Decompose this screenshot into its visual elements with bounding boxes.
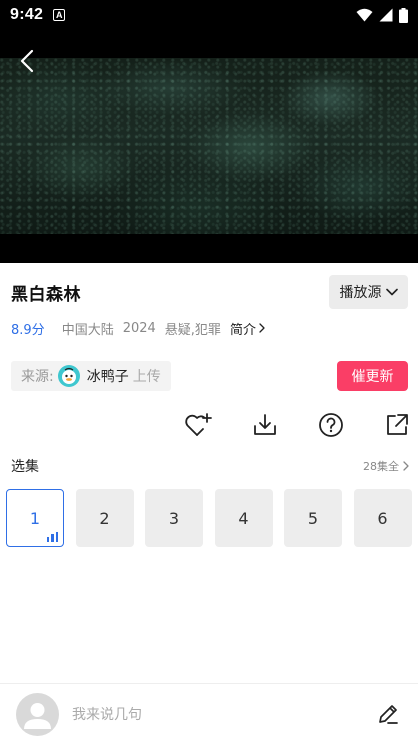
comment-input[interactable]: 我来说几句	[72, 704, 374, 724]
intro-label: 简介	[229, 322, 256, 338]
help-icon	[319, 413, 343, 437]
write-comment-button[interactable]	[374, 700, 402, 728]
uploader-tag: 上传	[132, 369, 161, 385]
comment-bar: 我来说几句	[0, 683, 418, 744]
episode-list: 1 2 3 4 5 6	[6, 489, 418, 547]
user-icon	[24, 702, 51, 729]
meta-row: 8.9分 中国大陆 2024 悬疑,犯罪 简介	[11, 318, 265, 338]
chevron-down-icon	[385, 288, 398, 296]
uploader-info[interactable]: 来源: 冰鸭子 上传	[11, 361, 171, 391]
rating: 8.9分	[11, 322, 45, 338]
episodes-total: 28集全	[363, 460, 399, 473]
duck-avatar-icon	[61, 367, 76, 384]
favorite-add-icon	[185, 413, 212, 436]
episode-number: 2	[99, 508, 110, 528]
chevron-left-icon	[20, 49, 34, 73]
video-player[interactable]	[0, 30, 418, 263]
video-title: 黑白森林	[11, 284, 81, 305]
play-source-label: 播放源	[339, 285, 382, 301]
episode-number: 3	[168, 508, 180, 528]
episode-number: 6	[377, 508, 388, 528]
region: 中国大陆	[61, 322, 114, 338]
episodes-title: 选集	[11, 459, 39, 475]
uploader-name: 冰鸭子	[86, 369, 129, 385]
help-button[interactable]	[316, 410, 346, 440]
episode-item[interactable]: 5	[284, 489, 342, 547]
pencil-icon	[379, 705, 398, 724]
intro-link[interactable]: 简介	[230, 319, 265, 338]
urge-update-button[interactable]: 催更新	[337, 361, 408, 391]
battery-icon	[399, 7, 408, 23]
episode-number: 4	[238, 508, 249, 528]
signal-icon	[379, 8, 393, 22]
action-bar	[0, 410, 418, 442]
play-source-button[interactable]: 播放源	[329, 275, 408, 309]
notification-icon: A	[53, 9, 66, 21]
download-button[interactable]	[250, 410, 280, 440]
wifi-icon	[356, 8, 373, 22]
title-row: 黑白森林 播放源	[0, 274, 418, 310]
episode-item[interactable]: 3	[145, 489, 203, 547]
user-avatar[interactable]	[16, 692, 59, 736]
playing-icon	[46, 532, 58, 542]
share-icon	[387, 414, 408, 435]
episode-number: 5	[307, 508, 319, 528]
video-frame[interactable]	[0, 58, 418, 234]
episode-item[interactable]: 1	[6, 489, 64, 547]
year: 2024	[122, 320, 156, 336]
status-bar: 9:42 A	[0, 0, 418, 30]
episodes-header: 选集 28集全	[11, 455, 409, 477]
status-time: 9:42	[10, 6, 44, 23]
chevron-right-icon	[403, 461, 409, 471]
episode-item[interactable]: 2	[75, 489, 134, 547]
episode-item[interactable]: 4	[214, 489, 273, 547]
genres: 悬疑,犯罪	[164, 322, 221, 338]
episode-number: 1	[29, 508, 41, 528]
chevron-right-icon	[259, 323, 265, 333]
favorite-button[interactable]	[183, 410, 213, 440]
source-label: 来源:	[21, 369, 54, 385]
back-button[interactable]	[14, 48, 40, 74]
status-icons	[356, 7, 408, 23]
uploader-avatar	[57, 365, 80, 387]
share-button[interactable]	[382, 410, 412, 440]
download-icon	[254, 414, 276, 435]
all-episodes-link[interactable]: 28集全	[363, 458, 409, 474]
episode-item[interactable]: 6	[353, 489, 412, 547]
